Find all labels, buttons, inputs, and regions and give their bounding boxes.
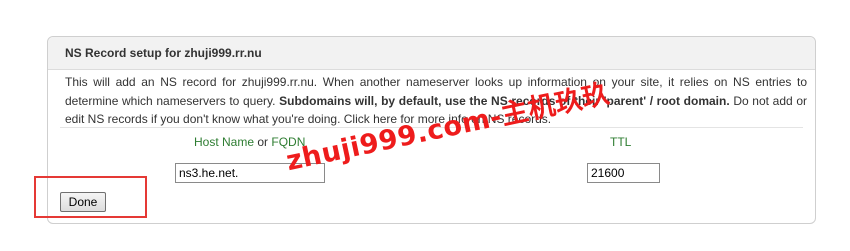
highlight-box xyxy=(34,176,147,218)
host-or-label: or xyxy=(254,135,272,149)
panel-header: NS Record setup for zhuji999.rr.nu xyxy=(48,37,815,70)
panel-title: NS Record setup for zhuji999.rr.nu xyxy=(65,46,262,60)
ttl-input[interactable] xyxy=(587,163,660,183)
ttl-column-label: TTL xyxy=(610,135,632,149)
host-name-label: Host Name xyxy=(194,135,255,149)
